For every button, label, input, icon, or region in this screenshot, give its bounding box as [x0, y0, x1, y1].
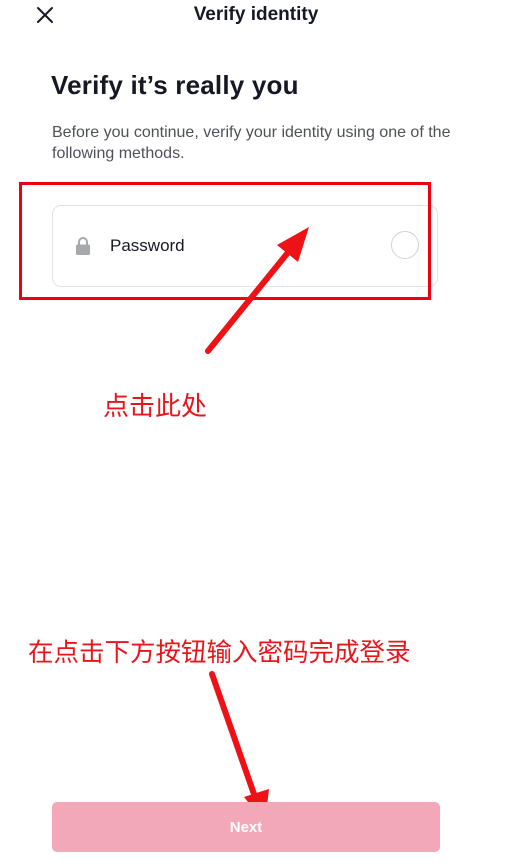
password-method-label: Password	[110, 236, 185, 255]
password-method-radio[interactable]	[391, 231, 419, 259]
page-subtitle: Before you continue, verify your identit…	[52, 124, 451, 162]
annotation-instruction: 在点击下方按钮输入密码完成登录	[28, 638, 411, 668]
page-title: Verify it’s really you	[51, 70, 299, 100]
password-method-option[interactable]: Password	[52, 205, 438, 287]
annotation-click-here: 点击此处	[103, 392, 208, 422]
next-button[interactable]: Next	[52, 802, 440, 852]
header-title: Verify identity	[193, 4, 319, 25]
lock-icon	[76, 237, 90, 255]
top-bar: Verify identity	[0, 0, 512, 30]
